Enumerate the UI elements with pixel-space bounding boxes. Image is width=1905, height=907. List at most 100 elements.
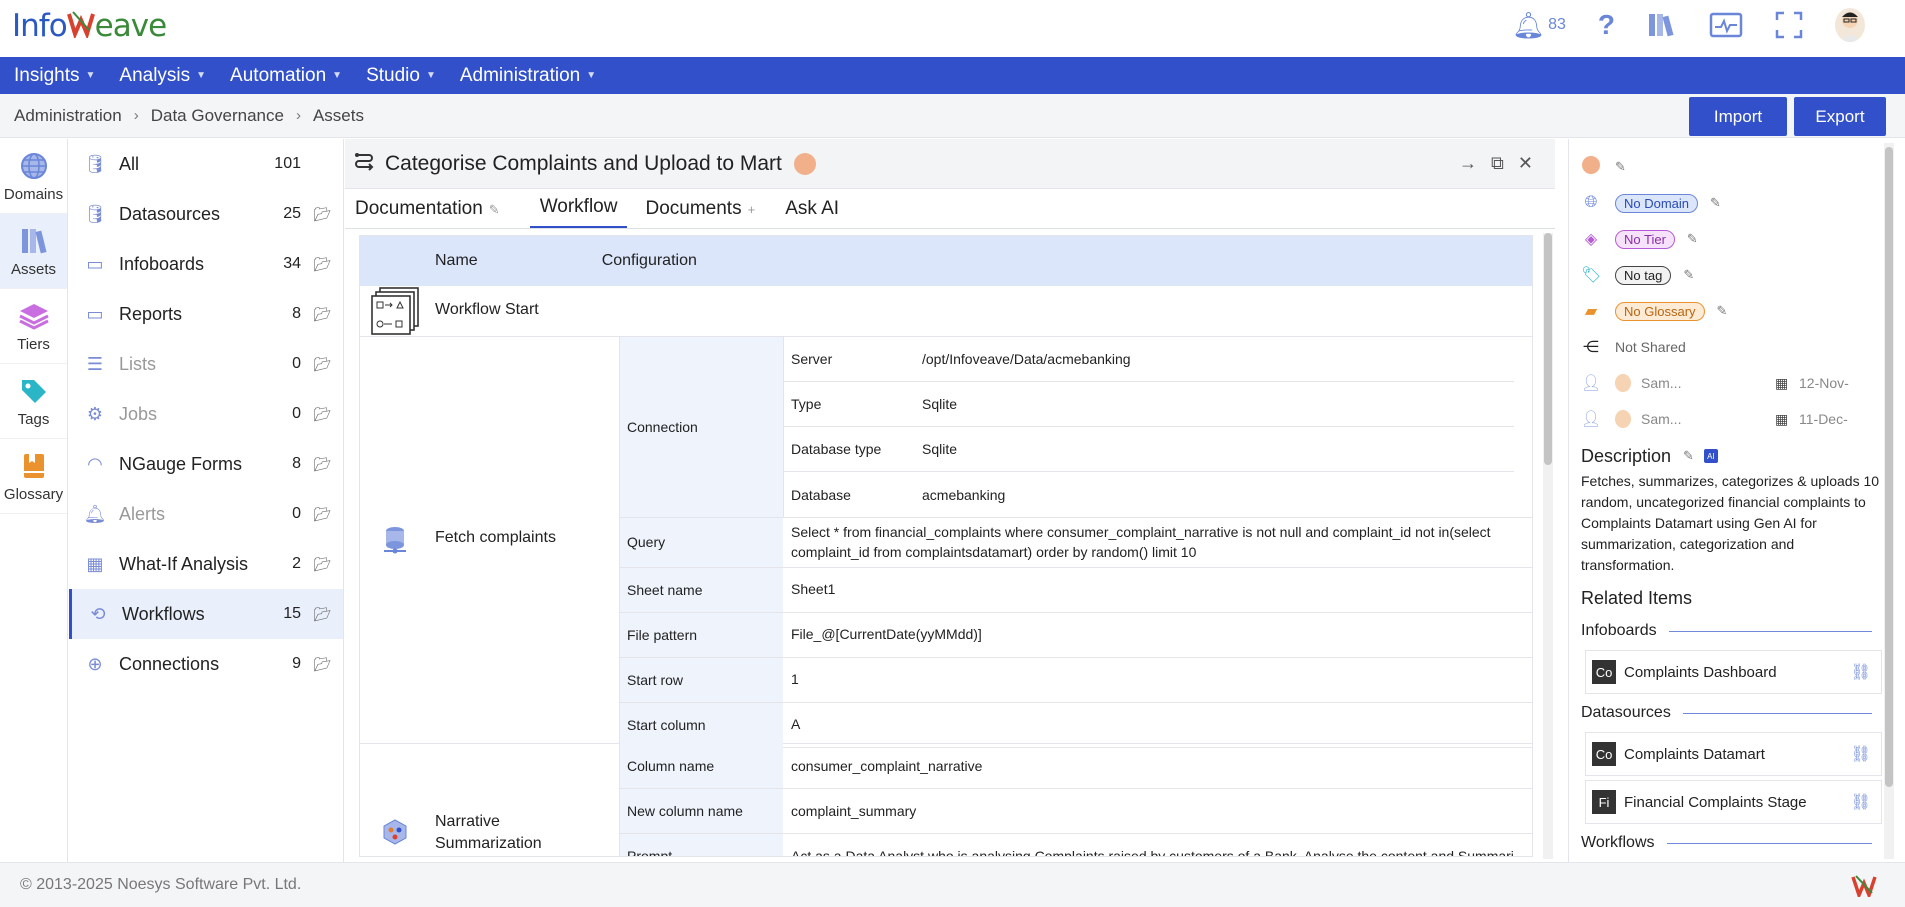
related-item[interactable]: Fi Financial Complaints Stage ⛓︎ <box>1585 780 1882 824</box>
ai-icon[interactable]: AI <box>1703 449 1718 463</box>
tab-documents[interactable]: Documents + <box>645 198 767 228</box>
ai-step-icon <box>370 807 420 856</box>
tag-row: 🏷︎ No tag ✎ <box>1569 257 1894 293</box>
folder-icon[interactable]: 📂︎ <box>313 656 331 673</box>
breadcrumb-item[interactable]: Data Governance <box>151 106 284 126</box>
close-icon[interactable]: ✕ <box>1518 153 1533 174</box>
folder-icon[interactable]: 📂︎ <box>313 556 331 573</box>
infoveave-logo[interactable]: Info eave <box>12 6 167 44</box>
breadcrumb-item[interactable]: Assets <box>313 106 364 126</box>
related-item[interactable]: Co Complaints Dashboard ⛓︎ <box>1585 650 1882 694</box>
config-row: Column name consumer_complaint_narrative <box>620 744 1532 789</box>
copyright-text: © 2013-2025 Noesys Software Pvt. Ltd. <box>20 876 302 893</box>
workflow-scrollbar[interactable] <box>1543 233 1553 859</box>
config-row-connection: Connection Server/opt/Infoveave/Data/acm… <box>620 337 1532 518</box>
rail-item-glossary[interactable]: Glossary <box>0 439 67 514</box>
avatar <box>1615 374 1631 392</box>
asset-type-what-if-analysis[interactable]: ▦ What-If Analysis 2 📂︎ <box>69 539 343 589</box>
related-item[interactable]: Co Complaints Datamart ⛓︎ <box>1585 732 1882 776</box>
tab-ask-ai[interactable]: Ask AI <box>785 198 851 228</box>
workflow-step-narrative[interactable]: Narrative Summarization Column name consu… <box>360 744 1532 856</box>
arrow-right-icon[interactable]: → <box>1459 153 1477 174</box>
asset-type-lists[interactable]: ☰ Lists 0 📂︎ <box>69 339 343 389</box>
rail-item-assets[interactable]: Assets <box>0 214 67 289</box>
item-abbreviation: Co <box>1592 742 1616 766</box>
notification-count: 83 <box>1548 16 1566 33</box>
link-icon[interactable]: ⛓︎ <box>1851 662 1871 682</box>
folder-icon[interactable]: 📂︎ <box>313 456 331 473</box>
tag-pill[interactable]: No tag <box>1615 265 1672 285</box>
rail-item-tags[interactable]: Tags <box>0 364 67 439</box>
asset-title: Categorise Complaints and Upload to Mart <box>385 151 782 175</box>
nav-administration[interactable]: Administration ▼ <box>460 65 596 87</box>
asset-type-jobs[interactable]: ⚙ Jobs 0 📂︎ <box>69 389 343 439</box>
folder-icon[interactable]: 📂︎ <box>313 506 331 523</box>
asset-type-reports[interactable]: ▭ Reports 8 📂︎ <box>69 289 343 339</box>
config-row: Start row 1 <box>620 657 1532 703</box>
database-step-icon <box>370 515 420 565</box>
asset-type-alerts[interactable]: 🔔︎ Alerts 0 📂︎ <box>69 489 343 539</box>
asset-type-datasources[interactable]: 🛢︎ Datasources 25 📂︎ <box>69 189 343 239</box>
asset-type-list: 🛢︎ All 101 🛢︎ Datasources 25 📂︎ ▭ Infoboards 34 📂︎… <box>69 139 344 862</box>
link-icon[interactable]: ⛓︎ <box>1851 744 1871 764</box>
folder-icon[interactable]: 📂︎ <box>313 306 331 323</box>
folder-icon[interactable]: 📂︎ <box>313 356 331 373</box>
tab-workflow[interactable]: Workflow <box>529 196 628 228</box>
user-avatar[interactable] <box>1835 8 1865 42</box>
edit-tag-icon[interactable]: ✎ <box>1683 267 1694 283</box>
fullscreen-icon[interactable] <box>1775 11 1803 39</box>
workflow-table-header: Name Configuration <box>360 236 1532 286</box>
nav-automation[interactable]: Automation ▼ <box>230 65 342 87</box>
tier-pill[interactable]: No Tier <box>1615 229 1675 249</box>
modified-row: 👤︎ Sam... ▦ 11-Dec- <box>1569 401 1894 437</box>
monitor-icon[interactable] <box>1709 12 1743 38</box>
edit-domain-icon[interactable]: ✎ <box>1710 195 1721 211</box>
open-external-icon[interactable]: ⧉ <box>1491 153 1504 174</box>
nav-studio[interactable]: Studio ▼ <box>366 65 436 87</box>
nav-insights[interactable]: Insights ▼ <box>14 65 95 87</box>
help-icon[interactable]: ? <box>1598 9 1615 41</box>
edit-status-icon[interactable]: ✎ <box>1615 159 1626 175</box>
asset-type-workflows[interactable]: ⟲ Workflows 15 📂︎ <box>69 589 343 639</box>
library-icon[interactable] <box>1647 11 1677 39</box>
import-button[interactable]: Import <box>1689 97 1787 136</box>
glossary-pill[interactable]: No Glossary <box>1615 301 1705 321</box>
domain-pill[interactable]: No Domain <box>1615 193 1699 213</box>
folder-icon[interactable]: 📂︎ <box>313 256 331 273</box>
folder-icon[interactable]: 📂︎ <box>313 206 331 223</box>
asset-type-all[interactable]: 🛢︎ All 101 <box>69 139 343 189</box>
link-icon[interactable]: ⛓︎ <box>1851 792 1871 812</box>
details-scrollbar[interactable] <box>1884 143 1894 859</box>
notifications-button[interactable]: 🔔︎ 83 <box>1512 10 1566 41</box>
connection-property-row: Server/opt/Infoveave/Data/acmebanking <box>784 337 1514 382</box>
nav-analysis[interactable]: Analysis ▼ <box>119 65 206 87</box>
bell-icon: 🔔︎ <box>1512 9 1546 40</box>
asset-count: 8 <box>292 305 301 322</box>
edit-glossary-icon[interactable]: ✎ <box>1717 303 1728 319</box>
connection-icon: ⊕ <box>87 653 103 674</box>
asset-type-infoboards[interactable]: ▭ Infoboards 34 📂︎ <box>69 239 343 289</box>
top-bar: Info eave 🔔︎ 83 ? <box>0 0 1905 57</box>
export-button[interactable]: Export <box>1794 97 1886 136</box>
rail-item-domains[interactable]: Domains <box>0 139 67 214</box>
gauge-icon: ◠ <box>87 453 103 474</box>
folder-icon[interactable]: 📂︎ <box>313 606 331 623</box>
report-icon: ▭ <box>86 303 104 324</box>
whatif-icon: ▦ <box>86 553 104 574</box>
breadcrumb-item[interactable]: Administration <box>14 106 122 126</box>
workflow-step-start[interactable]: Workflow Start <box>360 286 1532 337</box>
asset-count: 0 <box>292 355 301 372</box>
edit-description-icon[interactable]: ✎ <box>1683 448 1694 464</box>
asset-type-connections[interactable]: ⊕ Connections 9 📂︎ <box>69 639 343 689</box>
edit-tier-icon[interactable]: ✎ <box>1687 231 1698 247</box>
asset-type-ngauge-forms[interactable]: ◠ NGauge Forms 8 📂︎ <box>69 439 343 489</box>
tab-documentation[interactable]: Documentation ✎ <box>355 198 512 228</box>
column-header-name: Name <box>435 252 478 269</box>
folder-icon[interactable]: 📂︎ <box>313 406 331 423</box>
description-title: Description <box>1581 445 1672 466</box>
rail-item-tiers[interactable]: Tiers <box>0 289 67 364</box>
related-items-title: Related Items <box>1581 588 1693 608</box>
database-icon: 🛢︎ <box>83 203 107 224</box>
workflow-step-fetch[interactable]: Fetch complaints Connection Server/opt/I… <box>360 337 1532 748</box>
sharing-status: Not Shared <box>1615 339 1686 355</box>
